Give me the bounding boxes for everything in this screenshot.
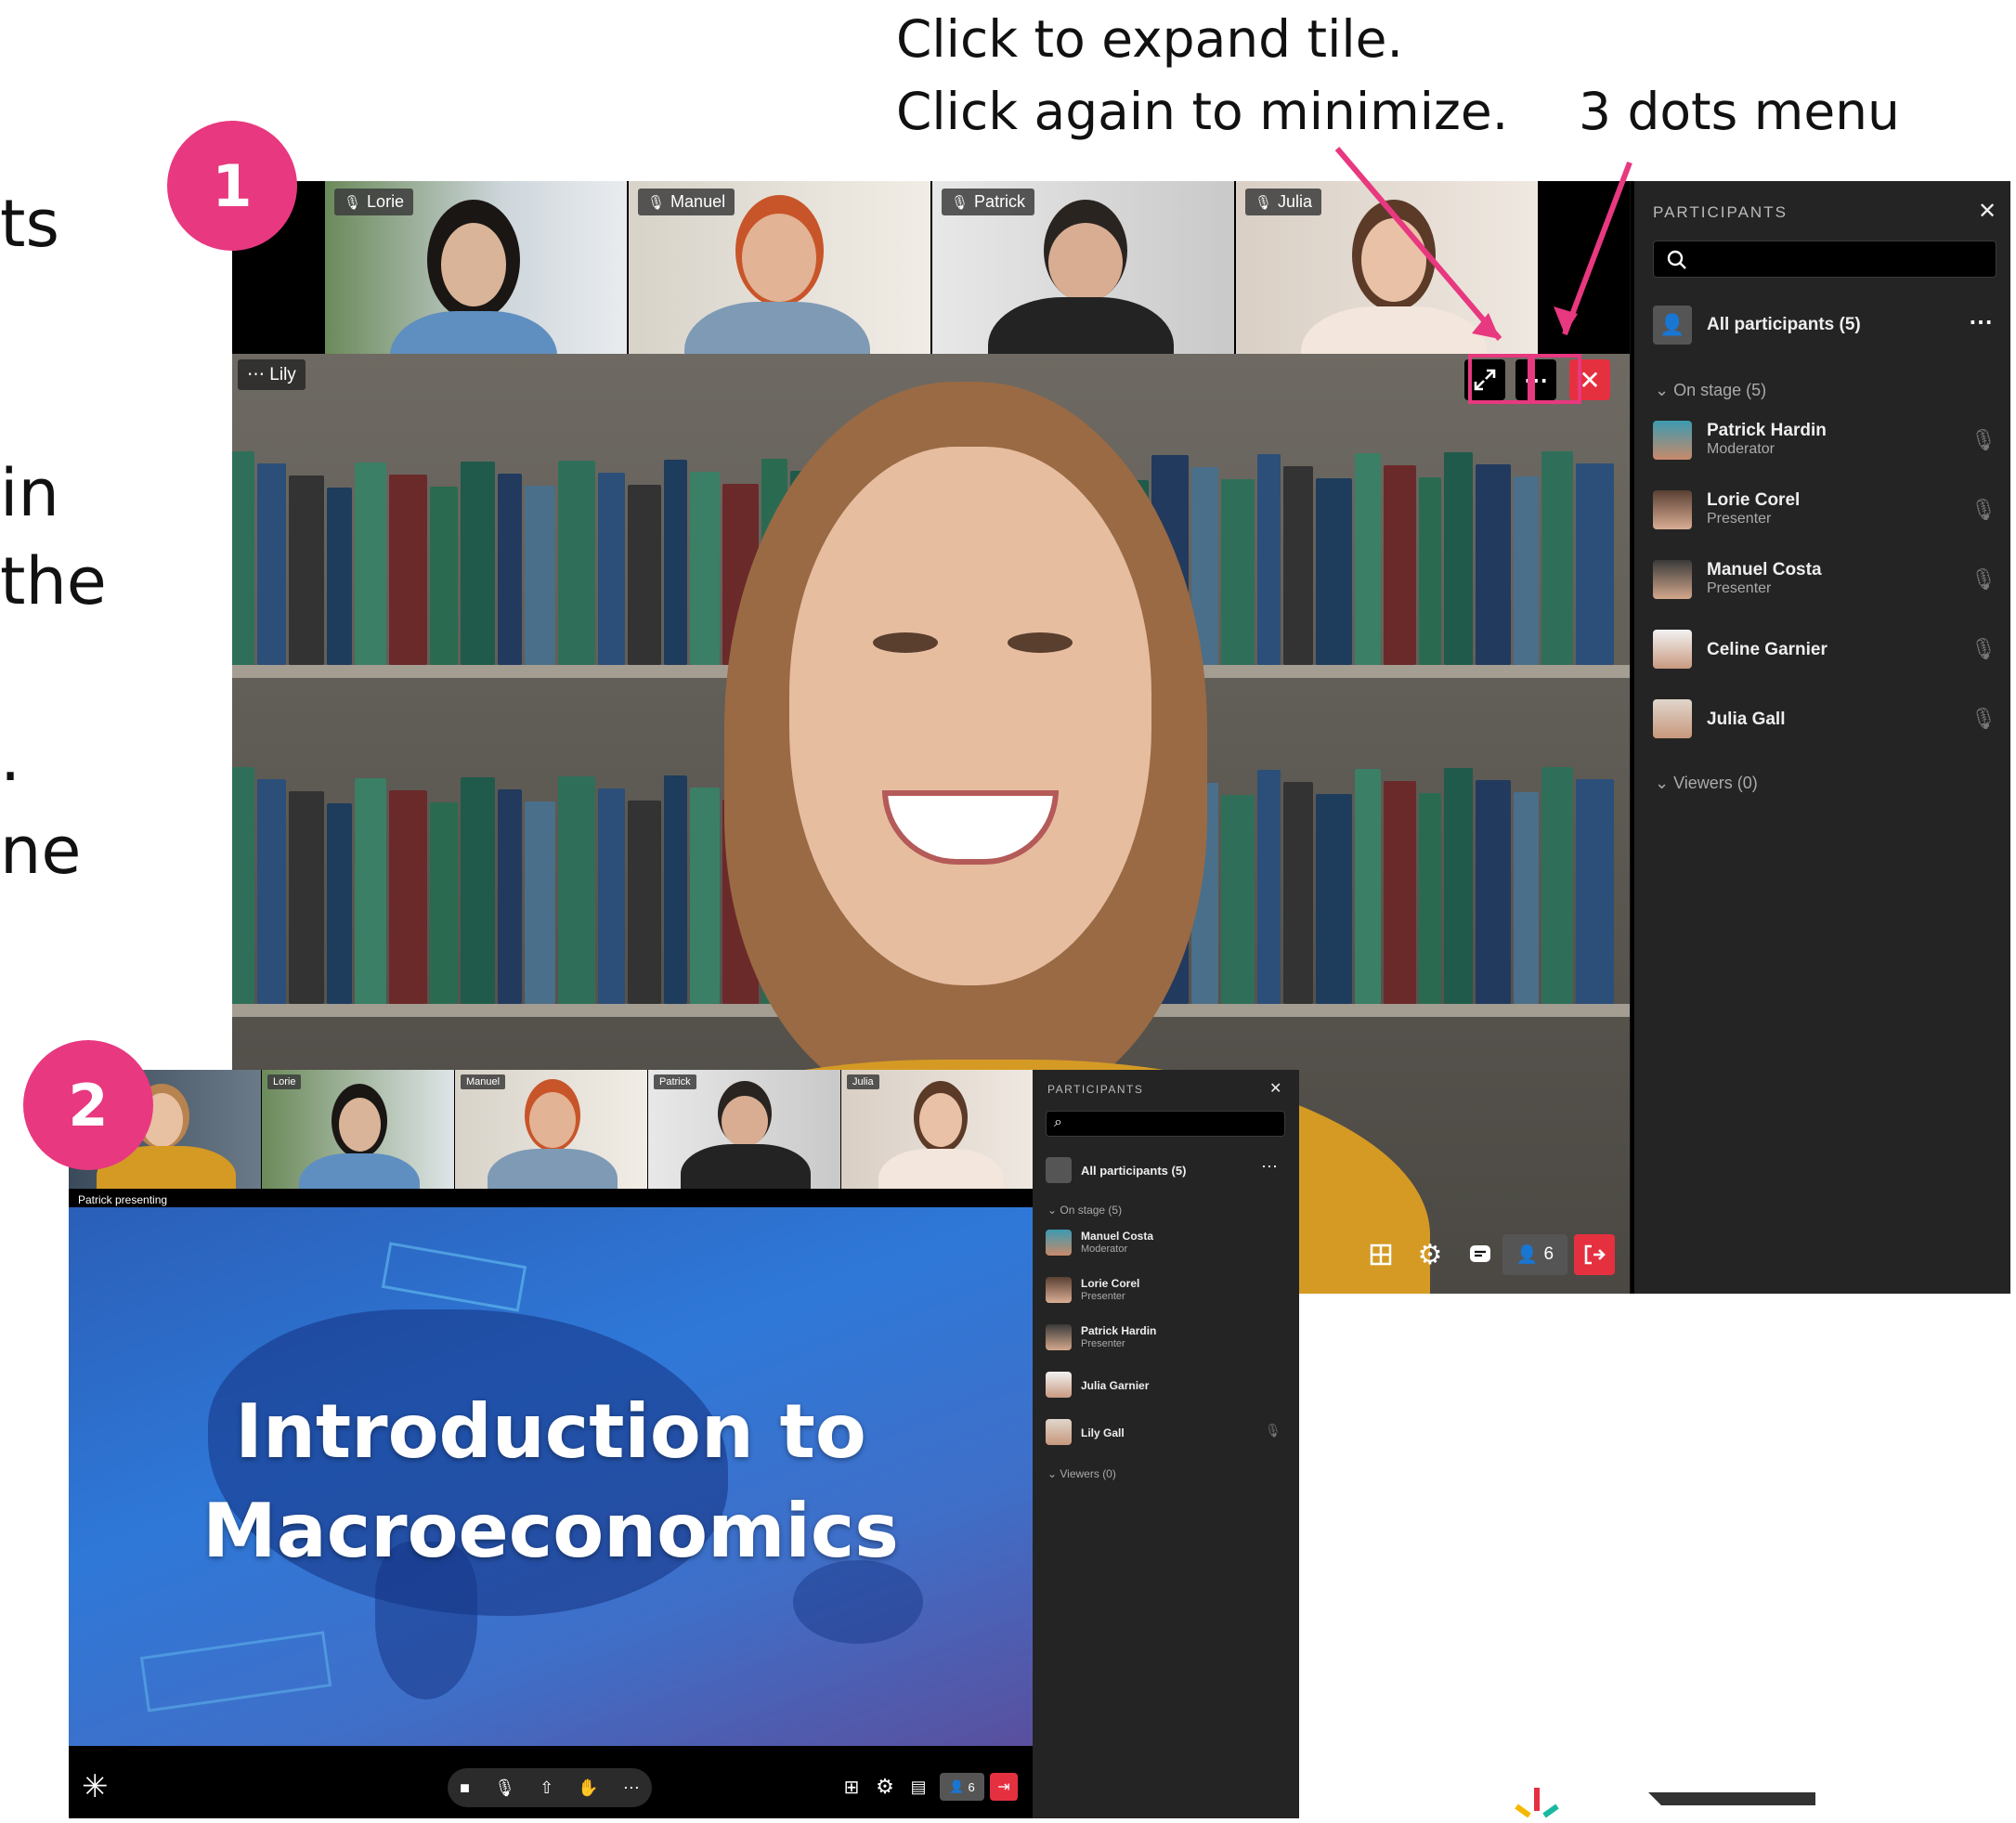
camera-icon[interactable]: ■ (460, 1778, 470, 1798)
grid-icon: ⊞ (843, 1777, 860, 1798)
chat-button[interactable]: ▤ (904, 1773, 932, 1801)
participant-role: Presenter (1081, 1338, 1125, 1349)
leave-button[interactable]: ⇥ (990, 1773, 1018, 1801)
avatar (1046, 1277, 1072, 1303)
chat-icon: ▤ (910, 1777, 927, 1796)
share-icon[interactable]: ⇧ (540, 1778, 553, 1798)
thumbnail-manuel[interactable]: Manuel (455, 1070, 647, 1189)
leave-icon: ⇥ (997, 1779, 1010, 1795)
thumbnail-label: Julia (852, 1076, 874, 1087)
gear-icon: ⚙ (876, 1775, 894, 1798)
participant-name: Lily Gall (1081, 1426, 1125, 1439)
slide-title-line2: Macroeconomics (202, 1488, 899, 1574)
media-controls: ■ 🎙 ⇧ ✋ ⋯ (448, 1768, 652, 1807)
thumbnail-label: Manuel (466, 1076, 501, 1087)
on-stage-section[interactable]: ⌄ On stage (5) (1047, 1204, 1122, 1217)
thumbnail-label: Patrick (659, 1076, 691, 1087)
thumbnail-label: Lorie (273, 1076, 296, 1087)
shared-slide: Introduction to Macroeconomics (69, 1207, 1033, 1746)
step-badge-2: 2 (23, 1040, 153, 1170)
viewers-section[interactable]: ⌄ Viewers (0) (1047, 1467, 1116, 1480)
participants-panel: PARTICIPANTS ✕ ⌕ All participants (5) ⋯ … (1033, 1070, 1299, 1818)
participant-name: Manuel Costa (1081, 1230, 1154, 1243)
avatar (1046, 1419, 1072, 1445)
participants-button[interactable]: 👤 6 (940, 1773, 984, 1801)
participant-name: Julia Garnier (1081, 1379, 1150, 1392)
mic-icon[interactable]: 🎙 (494, 1778, 515, 1798)
panel-title: PARTICIPANTS (1047, 1083, 1144, 1096)
step-badge-1: 1 (167, 121, 297, 251)
all-participants-avatar (1046, 1157, 1072, 1183)
all-participants-label[interactable]: All participants (5) (1081, 1164, 1186, 1178)
presenting-label: Patrick presenting (78, 1193, 168, 1206)
search-input[interactable]: ⌕ (1046, 1111, 1285, 1137)
participant-count: 6 (968, 1779, 975, 1794)
slide-title-line1: Introduction to (235, 1388, 866, 1475)
avatar (1046, 1324, 1072, 1350)
search-icon: ⌕ (1054, 1114, 1062, 1130)
settings-button[interactable]: ⚙ (871, 1773, 899, 1801)
avatar (1046, 1372, 1072, 1398)
mic-icon: 🎙 (1265, 1423, 1281, 1438)
app-logo-icon: ✳ (82, 1769, 109, 1804)
close-icon[interactable]: ✕ (1269, 1079, 1281, 1098)
thumbnail-patrick[interactable]: Patrick (648, 1070, 840, 1189)
thumbnail-julia[interactable]: Julia (841, 1070, 1033, 1189)
participant-role: Moderator (1081, 1244, 1128, 1255)
brand-logo (1509, 1788, 1565, 1818)
thumbnail-lorie[interactable]: Lorie (262, 1070, 454, 1189)
participant-name: Patrick Hardin (1081, 1324, 1157, 1337)
more-icon[interactable]: ⋯ (623, 1778, 640, 1798)
participant-role: Presenter (1081, 1291, 1125, 1302)
hand-icon[interactable]: ✋ (578, 1778, 598, 1798)
layout-grid-button[interactable]: ⊞ (838, 1773, 865, 1801)
brand-logo-text (1648, 1792, 1815, 1818)
avatar (1046, 1230, 1072, 1256)
participant-name: Lorie Corel (1081, 1277, 1140, 1290)
more-icon[interactable]: ⋯ (1261, 1157, 1278, 1177)
screenshot-2: Lorie Manuel Patrick Julia Patrick prese… (69, 1070, 1299, 1818)
person-icon: 👤 (949, 1779, 965, 1793)
